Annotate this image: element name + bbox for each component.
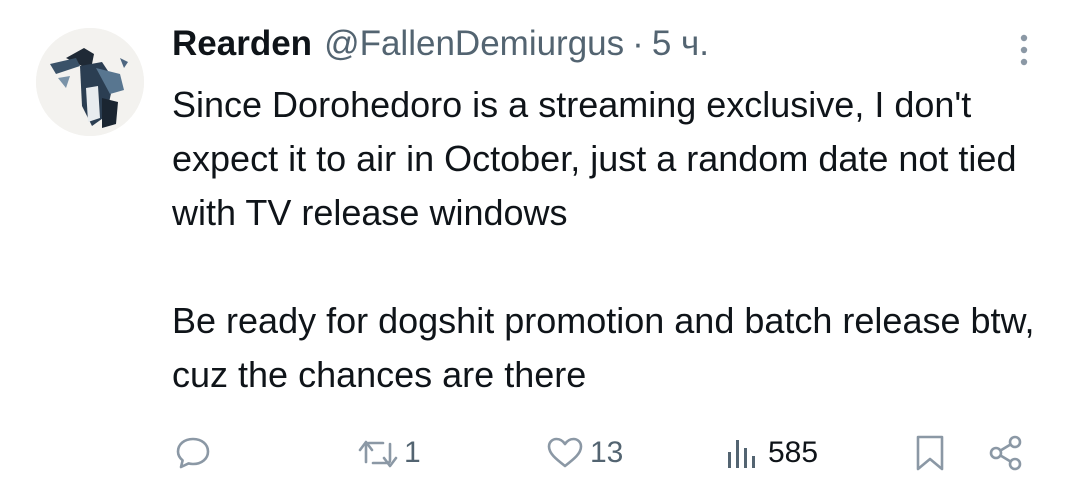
retweet-count: 1 xyxy=(404,436,421,469)
views-button[interactable]: 585 xyxy=(724,428,818,478)
views-chart-icon xyxy=(724,432,760,474)
timestamp[interactable]: 5 ч. xyxy=(652,24,709,64)
bookmark-icon xyxy=(910,431,950,475)
reply-icon xyxy=(172,432,214,474)
bookmark-button[interactable] xyxy=(910,428,950,478)
tweet-text: Since Dorohedoro is a streaming exclusiv… xyxy=(172,78,1052,402)
tweet-paragraph: Since Dorohedoro is a streaming exclusiv… xyxy=(172,84,1017,233)
more-options-icon[interactable] xyxy=(1008,30,1040,70)
tweet-paragraph: Be ready for dogshit promotion and batch… xyxy=(172,300,1035,395)
like-button[interactable]: 13 xyxy=(544,428,623,478)
like-count: 13 xyxy=(590,436,624,469)
retweet-button[interactable]: 1 xyxy=(356,428,421,478)
user-handle[interactable]: @FallenDemiurgus xyxy=(324,24,624,64)
retweet-icon xyxy=(356,432,400,474)
share-icon xyxy=(984,431,1028,475)
tweet-header: Rearden @FallenDemiurgus · 5 ч. xyxy=(172,24,709,70)
display-name[interactable]: Rearden xyxy=(172,24,312,64)
action-bar: 1 13 585 xyxy=(0,428,1080,478)
avatar[interactable] xyxy=(36,28,144,136)
heart-icon xyxy=(544,432,586,474)
share-button[interactable] xyxy=(984,428,1028,478)
tweet: Rearden @FallenDemiurgus · 5 ч. Since Do… xyxy=(0,0,1080,493)
reply-button[interactable] xyxy=(172,428,218,478)
separator-dot: · xyxy=(632,24,644,63)
views-count: 585 xyxy=(768,436,819,469)
